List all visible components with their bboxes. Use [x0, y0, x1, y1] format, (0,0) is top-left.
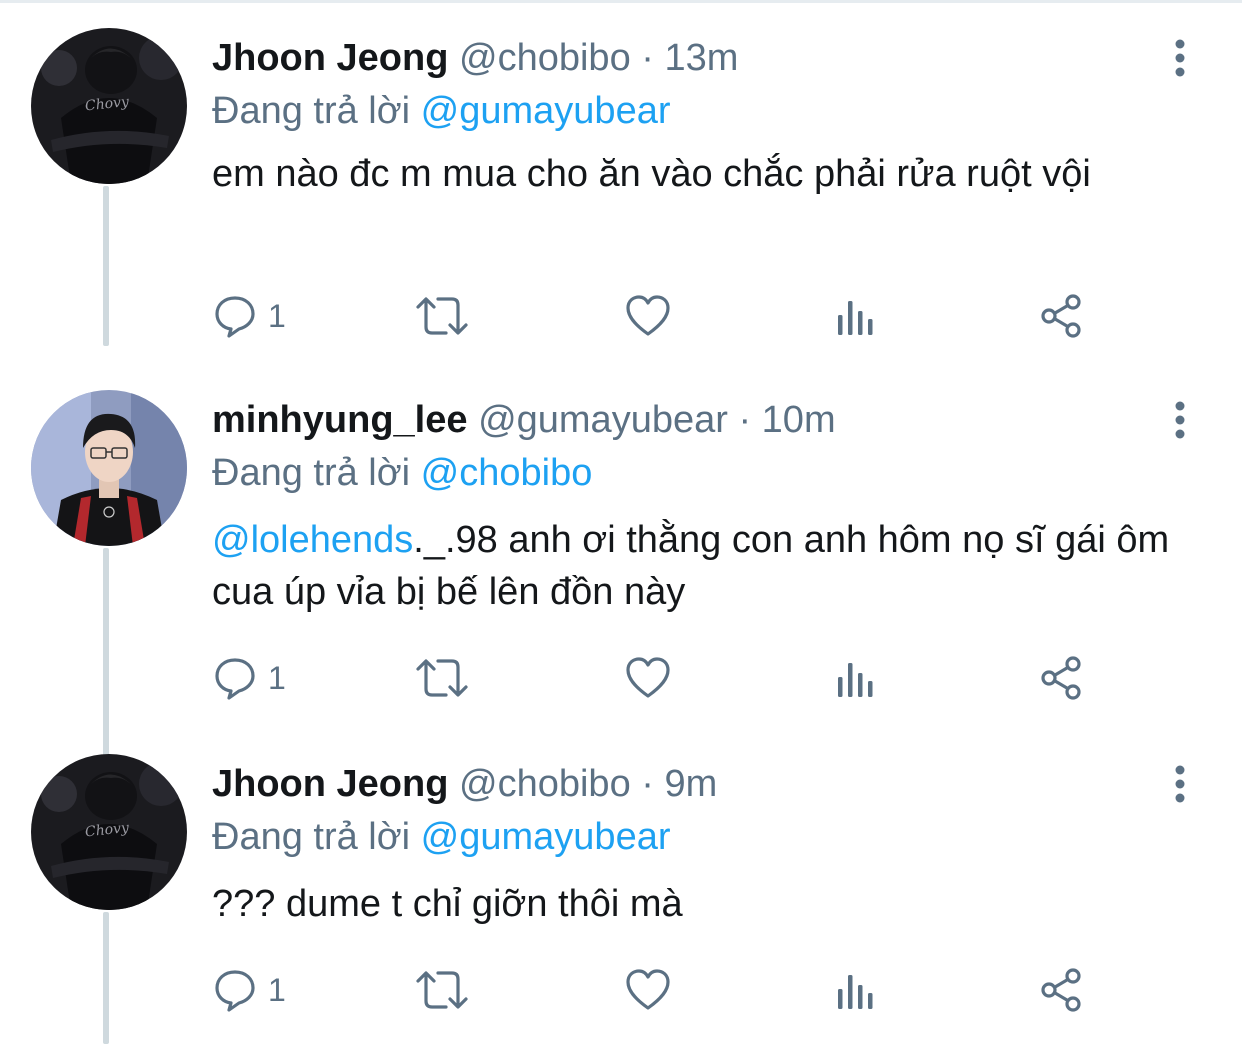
retweet-button[interactable]: [414, 966, 470, 1014]
display-name[interactable]: minhyung_lee: [212, 399, 468, 441]
tweet-text-segment: em nào đc m mua cho ăn vào chắc phải rửa…: [212, 153, 1091, 195]
replying-to: Đang trả lời @chobibo: [212, 449, 592, 497]
share-button[interactable]: [1038, 966, 1084, 1014]
share-icon: [1041, 656, 1081, 700]
user-handle[interactable]: @chobibo: [459, 763, 631, 805]
reply-icon: [215, 970, 255, 1012]
analytics-button[interactable]: [834, 966, 878, 1014]
tweet-header: Jhoon Jeong @chobibo · 13m: [212, 34, 738, 82]
top-divider: [0, 0, 1242, 3]
tweet-text: em nào đc m mua cho ăn vào chắc phải rửa…: [212, 148, 1202, 200]
avatar-photo: Chovy: [31, 754, 187, 910]
more-vertical-icon: [1175, 765, 1185, 803]
display-name[interactable]: Jhoon Jeong: [212, 37, 448, 79]
tweet-header: minhyung_lee @gumayubear · 10m: [212, 396, 836, 444]
retweet-button[interactable]: [414, 654, 470, 702]
replying-prefix: Đang trả lời: [212, 816, 421, 858]
more-options-button[interactable]: [1158, 34, 1202, 82]
timestamp[interactable]: 10m: [762, 399, 836, 441]
analytics-button[interactable]: [834, 292, 878, 340]
replying-to-mention[interactable]: @gumayubear: [421, 90, 671, 132]
reply-button[interactable]: 1: [212, 966, 286, 1014]
tweet-text: ??? dume t chỉ giỡn thôi mà: [212, 878, 1202, 930]
like-button[interactable]: [624, 654, 672, 702]
replying-to: Đang trả lời @gumayubear: [212, 87, 671, 135]
like-button[interactable]: [624, 966, 672, 1014]
display-name[interactable]: Jhoon Jeong: [212, 763, 448, 805]
tweet-text-mention[interactable]: @lolehends: [212, 519, 413, 561]
avatar-photo: [31, 390, 187, 546]
replying-prefix: Đang trả lời: [212, 452, 421, 494]
timestamp[interactable]: 13m: [664, 37, 738, 79]
user-handle[interactable]: @gumayubear: [478, 399, 728, 441]
avatar[interactable]: Chovy: [31, 754, 187, 910]
separator-dot: ·: [738, 399, 752, 441]
retweet-icon: [416, 971, 468, 1009]
retweet-icon: [416, 297, 468, 335]
replying-prefix: Đang trả lời: [212, 90, 421, 132]
reply-count: 1: [268, 659, 286, 696]
analytics-icon: [838, 301, 873, 335]
retweet-button[interactable]: [414, 292, 470, 340]
tweet[interactable]: minhyung_lee @gumayubear · 10m Đang trả …: [0, 390, 1242, 720]
reply-count: 1: [268, 297, 286, 334]
reply-button[interactable]: 1: [212, 292, 286, 340]
reply-count: 1: [268, 971, 286, 1008]
tweet-header: Jhoon Jeong @chobibo · 9m: [212, 760, 717, 808]
replying-to: Đang trả lời @gumayubear: [212, 813, 671, 861]
more-options-button[interactable]: [1158, 396, 1202, 444]
like-button[interactable]: [624, 292, 672, 340]
analytics-icon: [838, 975, 873, 1009]
tweet-text-segment: ??? dume t chỉ giỡn thôi mà: [212, 883, 683, 925]
more-vertical-icon: [1175, 39, 1185, 77]
reply-button[interactable]: 1: [212, 654, 286, 702]
reply-icon: [215, 658, 255, 700]
tweet-actions: 1: [212, 654, 1092, 702]
reply-icon: [215, 296, 255, 338]
analytics-icon: [838, 663, 873, 697]
tweet-actions: 1: [212, 292, 1092, 340]
share-icon: [1041, 968, 1081, 1012]
tweet-text: @lolehends._.98 anh ơi thằng con anh hôm…: [212, 514, 1202, 618]
replying-to-mention[interactable]: @chobibo: [421, 452, 593, 494]
tweet[interactable]: Chovy Jhoon Jeong @chobibo · 13m Đang tr…: [0, 28, 1242, 358]
tweet-actions: 1: [212, 966, 1092, 1014]
share-button[interactable]: [1038, 292, 1084, 340]
tweet[interactable]: Chovy Jhoon Jeong @chobibo · 9m Đang trả…: [0, 754, 1242, 1044]
share-button[interactable]: [1038, 654, 1084, 702]
more-vertical-icon: [1175, 401, 1185, 439]
heart-icon: [626, 657, 670, 698]
timestamp[interactable]: 9m: [664, 763, 717, 805]
more-options-button[interactable]: [1158, 760, 1202, 808]
heart-icon: [626, 969, 670, 1010]
user-handle[interactable]: @chobibo: [459, 37, 631, 79]
avatar[interactable]: Chovy: [31, 28, 187, 184]
avatar[interactable]: [31, 390, 187, 546]
retweet-icon: [416, 659, 468, 697]
share-icon: [1041, 294, 1081, 338]
separator-dot: ·: [641, 763, 654, 805]
avatar-photo: Chovy: [31, 28, 187, 184]
analytics-button[interactable]: [834, 654, 878, 702]
separator-dot: ·: [641, 37, 654, 79]
replying-to-mention[interactable]: @gumayubear: [421, 816, 671, 858]
heart-icon: [626, 295, 670, 336]
